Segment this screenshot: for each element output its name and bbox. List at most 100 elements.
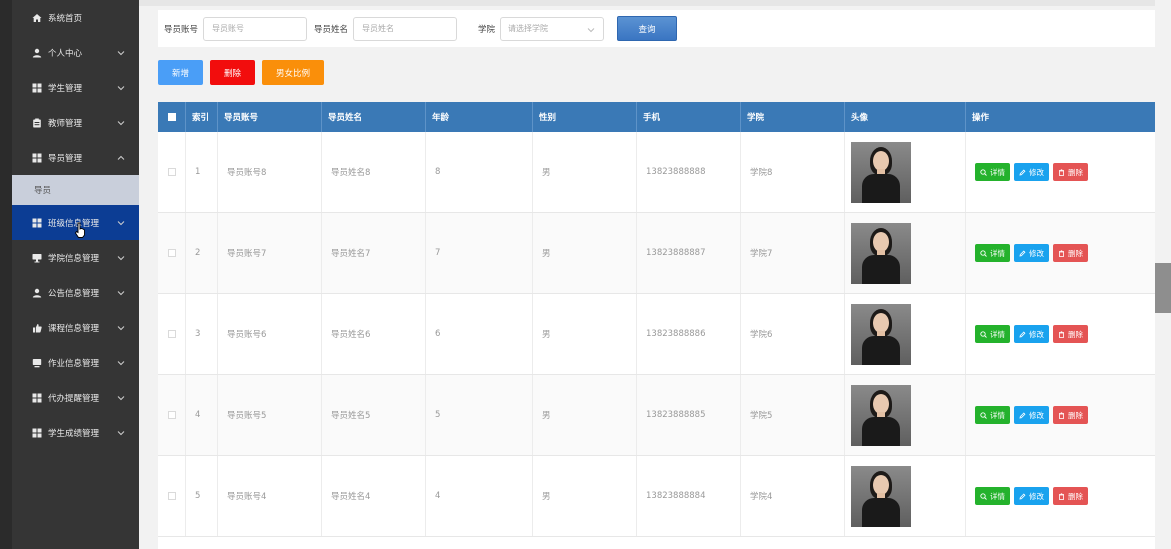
delete-label: 删除 xyxy=(1068,410,1083,420)
edit-button[interactable]: 修改 xyxy=(1014,325,1049,343)
row-checkbox[interactable] xyxy=(158,213,186,293)
header-gender: 性别 xyxy=(533,102,637,132)
checkbox-icon xyxy=(167,168,176,176)
table-header: 索引 导员账号 导员姓名 年龄 性别 手机 学院 头像 操作 xyxy=(158,102,1156,132)
detail-label: 详情 xyxy=(990,491,1005,501)
detail-label: 详情 xyxy=(990,410,1005,420)
sidebar-item-2[interactable]: 学生管理 xyxy=(12,70,139,105)
clipboard-icon xyxy=(32,118,42,128)
scrollbar-thumb[interactable] xyxy=(1155,263,1171,313)
table-row: 2 导员账号7 导员姓名7 7 男 13823888887 学院7 详情 修改 删除 xyxy=(158,213,1156,294)
delete-label: 删除 xyxy=(1068,248,1083,258)
query-button[interactable]: 查询 xyxy=(617,16,678,41)
edit-button[interactable]: 修改 xyxy=(1014,244,1049,262)
chevron-down-icon xyxy=(117,359,125,367)
sidebar-item-7[interactable]: 公告信息管理 xyxy=(12,275,139,310)
header-account: 导员账号 xyxy=(218,102,322,132)
cell-phone: 13823888886 xyxy=(637,294,741,374)
table-row: 3 导员账号6 导员姓名6 6 男 13823888886 学院6 详情 修改 删除 xyxy=(158,294,1156,375)
cell-avatar xyxy=(845,213,966,293)
cell-name: 导员姓名7 xyxy=(322,213,426,293)
college-select[interactable]: 请选择学院 xyxy=(500,16,605,41)
cell-avatar xyxy=(845,456,966,536)
search-icon xyxy=(980,330,987,338)
row-checkbox[interactable] xyxy=(158,375,186,455)
row-checkbox[interactable] xyxy=(158,132,186,212)
cell-account: 导员账号4 xyxy=(218,456,322,536)
account-input[interactable]: 导员账号 xyxy=(203,16,308,41)
edit-button[interactable]: 修改 xyxy=(1014,487,1049,505)
gender-ratio-button[interactable]: 男女比例 xyxy=(262,60,324,85)
sidebar-item-label: 系统首页 xyxy=(48,13,83,24)
edit-button[interactable]: 修改 xyxy=(1014,163,1049,181)
chevron-down-icon xyxy=(117,49,125,57)
sidebar-item-4[interactable]: 导员管理 xyxy=(12,140,139,175)
submenu-item-0[interactable]: 导员 xyxy=(12,175,139,205)
detail-button[interactable]: 详情 xyxy=(975,325,1010,343)
user-icon xyxy=(32,288,42,298)
edit-label: 修改 xyxy=(1029,329,1044,339)
select-all-checkbox[interactable] xyxy=(158,102,186,132)
detail-label: 详情 xyxy=(990,329,1005,339)
delete-button[interactable]: 删除 xyxy=(1053,163,1088,181)
delete-button[interactable]: 删除 xyxy=(1053,406,1088,424)
sidebar-item-1[interactable]: 个人中心 xyxy=(12,35,139,70)
search-icon xyxy=(980,411,987,419)
window-edge xyxy=(0,0,12,549)
header-actions: 操作 xyxy=(972,113,990,123)
sidebar-item-9[interactable]: 作业信息管理 xyxy=(12,345,139,380)
search-bar: 导员账号 导员账号 导员姓名 导员姓名 学院 请选择学院 查询 xyxy=(158,10,1156,47)
row-checkbox[interactable] xyxy=(158,294,186,374)
detail-button[interactable]: 详情 xyxy=(975,244,1010,262)
batch-delete-button[interactable]: 删除 xyxy=(210,60,255,85)
scrollbar[interactable] xyxy=(1155,0,1171,549)
sidebar-item-6[interactable]: 学院信息管理 xyxy=(12,240,139,275)
detail-button[interactable]: 详情 xyxy=(975,163,1010,181)
cell-avatar xyxy=(845,375,966,455)
edit-label: 修改 xyxy=(1029,410,1044,420)
detail-button[interactable]: 详情 xyxy=(975,406,1010,424)
cell-phone: 13823888887 xyxy=(637,213,741,293)
row-checkbox[interactable] xyxy=(158,456,186,536)
delete-button[interactable]: 删除 xyxy=(1053,325,1088,343)
sidebar-item-0[interactable]: 系统首页 xyxy=(12,0,139,35)
edit-button[interactable]: 修改 xyxy=(1014,406,1049,424)
avatar xyxy=(851,303,911,365)
table-row: 1 导员账号8 导员姓名8 8 男 13823888888 学院8 详情 修改 删除 xyxy=(158,132,1156,213)
cell-age: 4 xyxy=(426,456,533,536)
sidebar: 系统首页 个人中心 学生管理 教师管理 导员管理 导员 班级信息管理 学院信息管理 公告信息管理… xyxy=(12,0,139,549)
chevron-down-icon xyxy=(117,394,125,402)
sidebar-item-label: 个人中心 xyxy=(48,48,83,59)
sidebar-item-label: 学生成绩管理 xyxy=(48,428,100,439)
detail-button[interactable]: 详情 xyxy=(975,487,1010,505)
sidebar-item-label: 代办提醒管理 xyxy=(48,393,100,404)
delete-label: 删除 xyxy=(1068,491,1083,501)
search-icon xyxy=(980,492,987,500)
pencil-icon xyxy=(1019,412,1026,419)
add-button[interactable]: 新增 xyxy=(158,60,203,85)
chevron-down-icon xyxy=(117,429,125,437)
delete-button[interactable]: 删除 xyxy=(1053,487,1088,505)
cell-phone: 13823888885 xyxy=(637,375,741,455)
thumb-icon xyxy=(32,323,42,333)
sidebar-item-11[interactable]: 学生成绩管理 xyxy=(12,415,139,450)
header-index: 索引 xyxy=(186,102,218,132)
trash-icon xyxy=(1059,411,1064,419)
sidebar-item-label: 课程信息管理 xyxy=(48,323,100,334)
detail-label: 详情 xyxy=(990,167,1005,177)
name-input[interactable]: 导员姓名 xyxy=(353,16,458,41)
grid-icon xyxy=(32,153,42,163)
delete-button[interactable]: 删除 xyxy=(1053,244,1088,262)
sidebar-item-8[interactable]: 课程信息管理 xyxy=(12,310,139,345)
avatar xyxy=(851,384,911,446)
cell-avatar xyxy=(845,132,966,212)
college-label: 学院 xyxy=(478,24,496,35)
sidebar-item-label: 作业信息管理 xyxy=(48,358,100,369)
sidebar-item-label: 公告信息管理 xyxy=(48,288,100,299)
chevron-up-icon xyxy=(117,154,125,162)
sidebar-item-3[interactable]: 教师管理 xyxy=(12,105,139,140)
name-label: 导员姓名 xyxy=(314,24,349,35)
sidebar-item-10[interactable]: 代办提醒管理 xyxy=(12,380,139,415)
top-strip xyxy=(139,0,1171,6)
cell-age: 7 xyxy=(426,213,533,293)
